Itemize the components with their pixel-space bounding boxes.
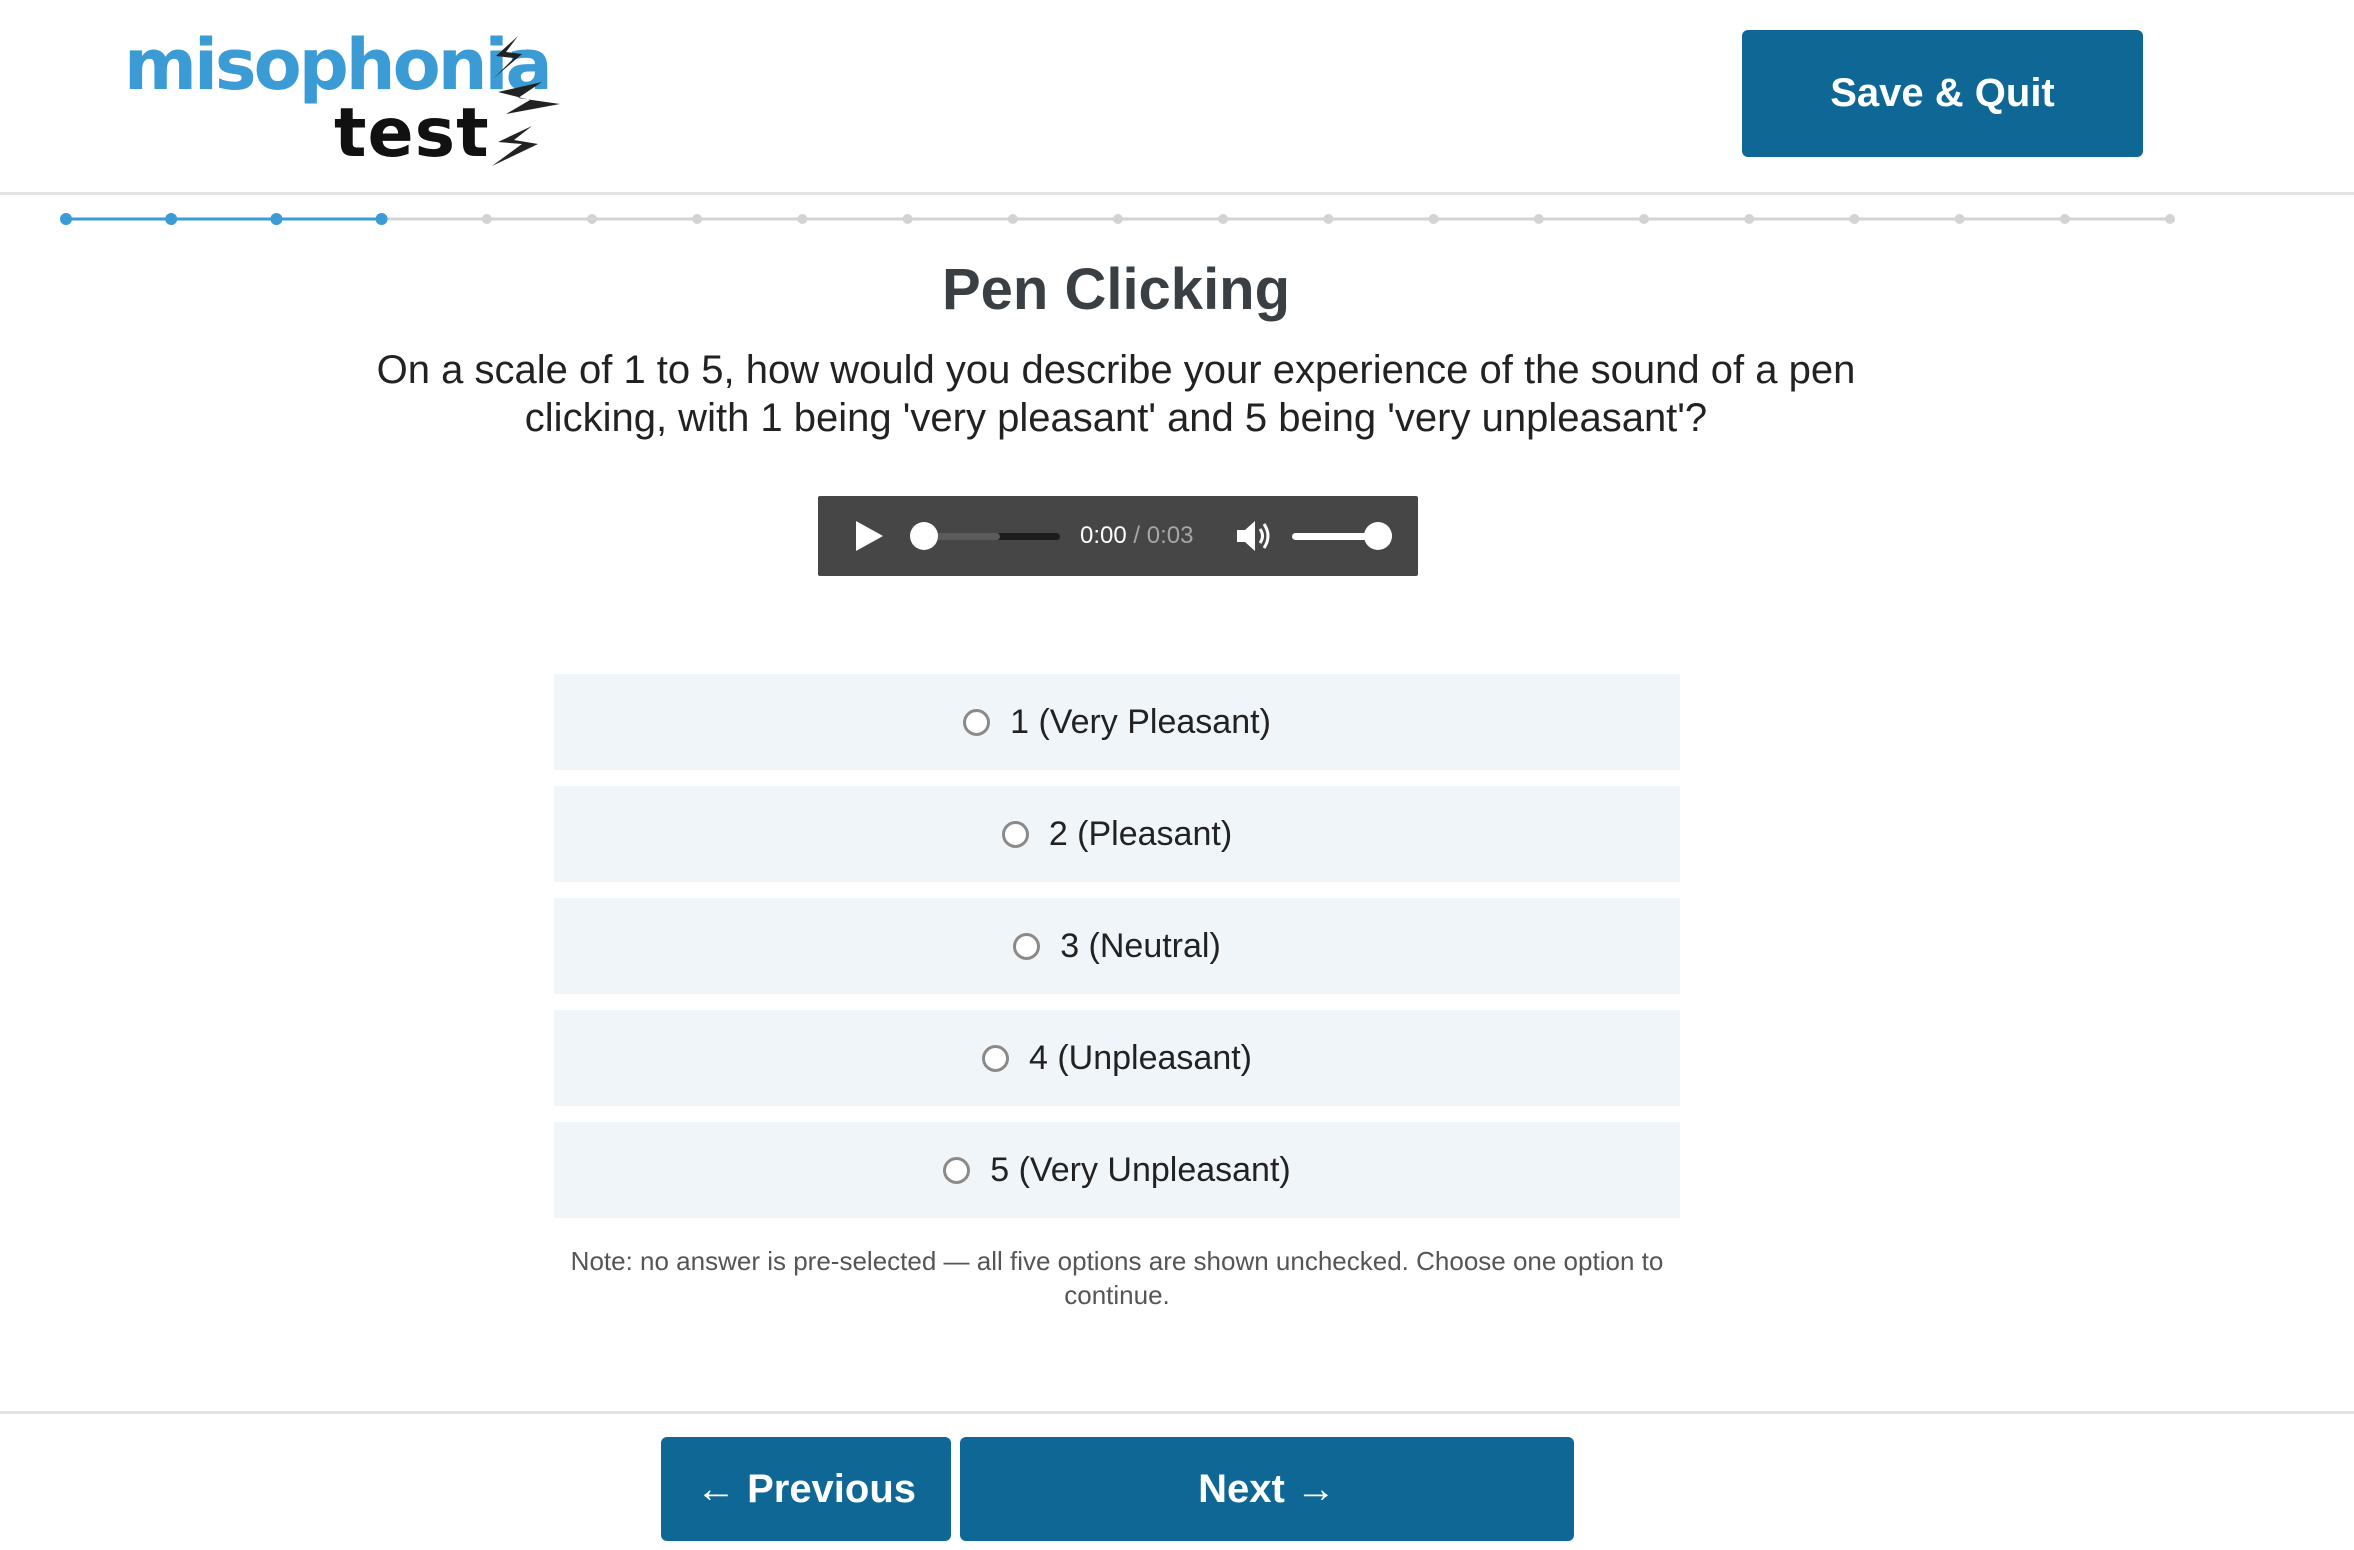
- option-label: 3 (Neutral): [1060, 926, 1221, 965]
- option-5[interactable]: 5 (Very Unpleasant): [554, 1122, 1680, 1218]
- progress-step-pending: [902, 214, 913, 224]
- progress-step-pending: [692, 214, 703, 224]
- duration: 0:03: [1146, 522, 1194, 549]
- volume-slider[interactable]: [1292, 520, 1392, 552]
- misophonia-test-logo[interactable]: misophonia test: [124, 30, 564, 170]
- progress-step-pending: [1323, 214, 1334, 224]
- progress-step-pending: [1007, 214, 1018, 224]
- radio-button[interactable]: [943, 1156, 971, 1184]
- current-time: 0:00: [1080, 522, 1127, 549]
- header: misophonia test Save & Quit: [0, 0, 2354, 195]
- progress-step-pending: [2059, 214, 2070, 224]
- time-display: 0:00 / 0:03: [1080, 520, 1193, 552]
- option-label: 4 (Unpleasant): [1028, 1038, 1252, 1077]
- answer-options: 1 (Very Pleasant) 2 (Pleasant) 3 (Neutra…: [554, 674, 1680, 1234]
- radio-button[interactable]: [963, 708, 991, 736]
- play-icon[interactable]: [852, 518, 886, 554]
- progress-step-pending: [1849, 214, 1860, 224]
- volume-icon[interactable]: [1234, 518, 1274, 554]
- seek-slider[interactable]: [910, 520, 1060, 552]
- time-separator: /: [1126, 522, 1147, 549]
- progress-step-completed: [375, 213, 388, 225]
- option-1[interactable]: 1 (Very Pleasant): [554, 674, 1680, 770]
- progress-step-pending: [587, 214, 597, 224]
- survey-page: misophonia test Save & Quit Pen Clicking…: [0, 0, 2354, 1550]
- next-button[interactable]: Next →: [960, 1437, 1574, 1541]
- footer: ← Previous Next →: [0, 1411, 2354, 1550]
- lightning-bolts-icon: [492, 36, 560, 166]
- radio-button[interactable]: [1013, 932, 1041, 960]
- option-3[interactable]: 3 (Neutral): [554, 898, 1680, 994]
- progress-step-pending: [2165, 214, 2175, 224]
- option-label: 1 (Very Pleasant): [1010, 702, 1271, 741]
- volume-handle[interactable]: [1364, 522, 1392, 550]
- radio-button[interactable]: [1001, 820, 1029, 848]
- progress-step-pending: [1218, 214, 1229, 224]
- progress-step-pending: [797, 214, 808, 224]
- progress-step-pending: [1744, 214, 1755, 224]
- progress-step-pending: [1954, 214, 1965, 224]
- previous-button[interactable]: ← Previous: [661, 1437, 951, 1541]
- option-2[interactable]: 2 (Pleasant): [554, 786, 1680, 882]
- logo-word-top: misophonia: [124, 24, 553, 106]
- radio-button[interactable]: [981, 1044, 1009, 1072]
- progress-step-pending: [1113, 214, 1123, 224]
- question-title: Pen Clicking: [941, 257, 1291, 322]
- progress-bar: [0, 205, 2354, 235]
- logo-word-bottom: test: [334, 94, 490, 173]
- option-label: 2 (Pleasant): [1048, 814, 1233, 853]
- progress-step-completed: [270, 213, 283, 225]
- progress-step-pending: [1428, 214, 1439, 224]
- progress-step-pending: [1533, 214, 1544, 224]
- progress-step-pending: [481, 214, 492, 224]
- option-4[interactable]: 4 (Unpleasant): [554, 1010, 1680, 1106]
- options-note: Note: no answer is pre-selected — all fi…: [570, 1246, 1664, 1310]
- audio-player: 0:00 / 0:03: [818, 496, 1418, 576]
- progress-step-pending: [1639, 214, 1649, 224]
- question-text: On a scale of 1 to 5, how would you desc…: [376, 348, 1856, 440]
- progress-step-completed: [165, 213, 178, 225]
- progress-step-completed: [60, 213, 72, 225]
- progress-steps: [60, 213, 2175, 225]
- seek-handle[interactable]: [910, 522, 938, 550]
- option-label: 5 (Very Unpleasant): [990, 1150, 1291, 1189]
- save-and-quit-button[interactable]: Save & Quit: [1742, 30, 2143, 157]
